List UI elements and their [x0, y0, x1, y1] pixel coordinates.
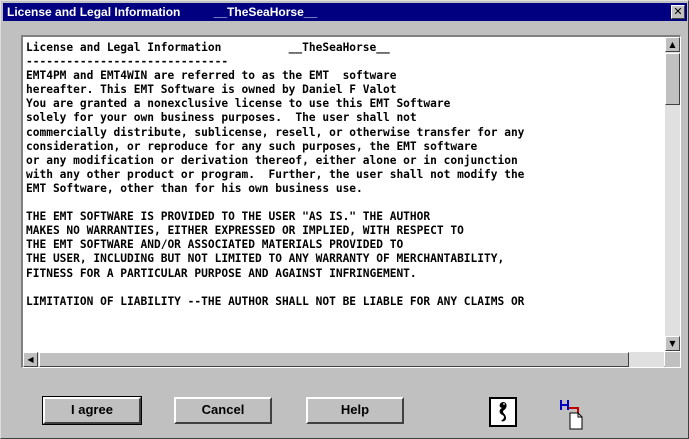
scrollbar-corner	[665, 352, 680, 367]
vertical-scrollbar[interactable]: ▲ ▼	[665, 37, 680, 351]
license-line: MAKES NO WARRANTIES, EITHER EXPRESSED OR…	[26, 224, 464, 238]
license-line: consideration, or reproduce for any such…	[26, 139, 478, 153]
horizontal-scrollbar[interactable]: ◀ ▶	[23, 352, 679, 367]
license-line: FITNESS FOR A PARTICULAR PURPOSE AND AGA…	[26, 266, 417, 280]
license-line: solely for your own business purposes. T…	[26, 111, 417, 125]
help-button[interactable]: Help	[306, 397, 404, 424]
license-line: EMT4PM and EMT4WIN are referred to as th…	[26, 69, 397, 83]
license-line: LIMITATION OF LIABILITY --THE AUTHOR SHA…	[26, 294, 525, 308]
window-title: License and Legal Information __TheSeaHo…	[7, 5, 318, 19]
scroll-up-button[interactable]: ▲	[665, 37, 680, 52]
license-line: with any other product or program. Furth…	[26, 167, 525, 181]
license-line: You are granted a nonexclusive license t…	[26, 97, 451, 111]
scroll-left-button[interactable]: ◀	[23, 352, 38, 367]
license-line: THE EMT SOFTWARE AND/OR ASSOCIATED MATER…	[26, 238, 404, 252]
seahorse-icon[interactable]	[489, 397, 517, 427]
license-dialog: License and Legal Information __TheSeaHo…	[0, 0, 689, 439]
vertical-scroll-thumb[interactable]	[665, 53, 680, 105]
license-line	[26, 281, 664, 295]
cancel-button[interactable]: Cancel	[174, 397, 272, 424]
horizontal-scroll-thumb[interactable]	[39, 352, 629, 367]
license-text: License and Legal Information __TheSeaHo…	[26, 41, 664, 351]
license-line: ------------------------------	[26, 55, 229, 69]
license-line: THE EMT SOFTWARE IS PROVIDED TO THE USER…	[26, 210, 431, 224]
license-text-area[interactable]: License and Legal Information __TheSeaHo…	[21, 35, 681, 368]
license-line: hereafter. This EMT Software is owned by…	[26, 83, 397, 97]
bitmap-icon[interactable]	[557, 396, 597, 430]
license-line: or any modification or derivation thereo…	[26, 153, 518, 167]
license-line: License and Legal Information __TheSeaHo…	[26, 41, 390, 54]
license-line: EMT Software, other than for his own bus…	[26, 181, 363, 195]
close-button[interactable]: ✕	[671, 5, 685, 19]
license-line: commercially distribute, sublicense, res…	[26, 125, 525, 139]
title-bar[interactable]: License and Legal Information __TheSeaHo…	[3, 3, 687, 21]
license-line: THE USER, INCLUDING BUT NOT LIMITED TO A…	[26, 252, 505, 266]
scroll-down-button[interactable]: ▼	[665, 336, 680, 351]
license-line	[26, 196, 664, 210]
agree-button[interactable]: I agree	[42, 396, 142, 425]
